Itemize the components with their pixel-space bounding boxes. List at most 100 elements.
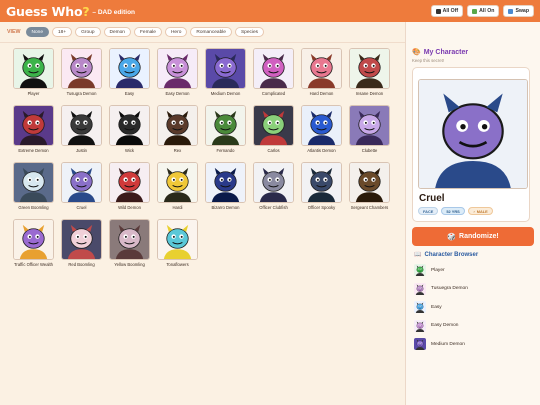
character-card[interactable]: Yellow Boomling	[108, 219, 151, 272]
filter-chip-romanceable[interactable]: Romanceable	[190, 27, 232, 37]
character-name: Medium Demon	[210, 91, 241, 96]
browser-list-item[interactable]: Player	[414, 261, 532, 280]
character-card[interactable]: Tusugra Demon	[60, 48, 103, 101]
character-portrait	[61, 162, 102, 203]
browser-item-label: Tusuegra Demon	[431, 286, 468, 292]
browser-item-label: Player	[431, 267, 445, 273]
character-name: Officer Spooky	[307, 205, 336, 210]
character-name: Atlantis Demon	[307, 148, 336, 153]
character-name: Tonaflowers	[166, 262, 189, 267]
browser-thumbnail	[414, 338, 426, 351]
character-card[interactable]: Traffic Officer Wealth	[12, 219, 55, 272]
my-character-hint: Keep this secret!	[412, 58, 445, 63]
character-portrait	[205, 48, 246, 89]
character-card[interactable]: Complicated	[252, 48, 295, 101]
character-card[interactable]: Hardi	[156, 162, 199, 215]
browser-item-label: Medium Demon	[431, 341, 465, 347]
character-name: Red Boomling	[68, 262, 95, 267]
character-name: Hard Demon	[309, 91, 334, 96]
character-name: Green Boomling	[18, 205, 49, 210]
character-card[interactable]: Easy	[108, 48, 151, 101]
browser-thumbnail	[414, 301, 426, 314]
browser-list-item[interactable]: Easy Demon	[414, 317, 532, 336]
filter-chip-demon[interactable]: Demon	[103, 27, 131, 37]
filter-chip-group[interactable]: Group	[75, 27, 101, 37]
character-portrait	[301, 162, 342, 203]
swap-button[interactable]: Swap	[503, 5, 534, 17]
character-card[interactable]: Clubette	[348, 105, 391, 158]
filter-chip-hero[interactable]: Hero	[164, 27, 188, 37]
my-character-portrait	[418, 79, 528, 189]
palette-icon: 🎨	[412, 49, 421, 56]
character-portrait	[13, 219, 54, 260]
header-actions: All Off All On Swap	[430, 5, 534, 17]
randomize-button[interactable]: 🎲 Randomize!	[412, 227, 534, 246]
character-card[interactable]: Insane Demon	[348, 48, 391, 101]
character-portrait	[205, 105, 246, 146]
character-card[interactable]: Fernando	[204, 105, 247, 158]
character-name: Easy	[124, 91, 135, 96]
character-name: Easy Demon	[165, 91, 190, 96]
browser-list-item[interactable]: Tusuegra Demon	[414, 280, 532, 299]
all-on-icon	[472, 8, 478, 14]
character-name: Hardi	[172, 205, 183, 210]
filter-chip-none[interactable]: None	[25, 27, 50, 37]
character-portrait	[301, 105, 342, 146]
character-card[interactable]: Atlantis Demon	[300, 105, 343, 158]
character-name: Traffic Officer Wealth	[14, 262, 53, 267]
character-portrait	[61, 105, 102, 146]
filter-chip-female[interactable]: Female	[133, 27, 162, 37]
character-card[interactable]: Easy Demon	[156, 48, 199, 101]
filter-chip-18[interactable]: 18+	[52, 27, 73, 37]
character-card[interactable]: Green Boomling	[12, 162, 55, 215]
browser-list-item[interactable]: Medium Demon	[414, 335, 532, 354]
character-card[interactable]: Wild Demon	[108, 162, 151, 215]
character-portrait	[157, 219, 198, 260]
browser-thumbnail	[414, 319, 426, 332]
character-card[interactable]: Sergeant Chambers	[348, 162, 391, 215]
character-browser-list: Player Tusuegra Demon Easy Easy Demon Medium…	[414, 261, 532, 354]
browser-item-label: Easy Demon	[431, 323, 459, 329]
filter-chip-species[interactable]: Species	[234, 27, 265, 37]
character-name: Fernando	[216, 148, 235, 153]
view-label: VIEW	[7, 29, 21, 35]
character-portrait	[61, 219, 102, 260]
character-card[interactable]: Rex	[156, 105, 199, 158]
all-off-button[interactable]: All Off	[430, 5, 464, 17]
character-card[interactable]: Extreme Demon	[12, 105, 55, 158]
character-card[interactable]: Officer Clubfish	[252, 162, 295, 215]
browser-list-item[interactable]: Easy	[414, 298, 532, 317]
tag-face: FACE	[418, 207, 439, 215]
character-card[interactable]: Tonaflowers	[156, 219, 199, 272]
character-card[interactable]: Wick	[108, 105, 151, 158]
all-on-button[interactable]: All On	[467, 5, 500, 17]
character-portrait	[253, 162, 294, 203]
character-name: Justin	[76, 148, 87, 153]
character-card[interactable]: Red Boomling	[60, 219, 103, 272]
character-portrait	[253, 105, 294, 146]
book-icon: 📖	[414, 252, 422, 258]
filter-bar: VIEW None 18+ Group Demon Female Hero Romancea…	[0, 22, 405, 43]
character-card[interactable]: Justin	[60, 105, 103, 158]
character-card[interactable]: Bizarro Demon	[204, 162, 247, 215]
tag-gender: ♂ MALE	[467, 207, 493, 215]
character-portrait	[301, 48, 342, 89]
character-portrait	[13, 48, 54, 89]
browser-item-label: Easy	[431, 304, 442, 310]
character-card[interactable]: Carlos	[252, 105, 295, 158]
character-portrait	[109, 105, 150, 146]
tag-age: 52 YRS	[441, 207, 465, 215]
app-header: Guess Who? – DAD edition All Off All On …	[0, 0, 540, 22]
character-card[interactable]: Player	[12, 48, 55, 101]
character-name: Sergeant Chambers	[350, 205, 389, 210]
character-card[interactable]: Hard Demon	[300, 48, 343, 101]
character-card[interactable]: Medium Demon	[204, 48, 247, 101]
character-card[interactable]: Officer Spooky	[300, 162, 343, 215]
character-portrait	[157, 48, 198, 89]
character-card[interactable]: Cruel	[60, 162, 103, 215]
character-portrait	[349, 48, 390, 89]
character-portrait	[253, 48, 294, 89]
character-portrait	[157, 105, 198, 146]
character-name: Player	[27, 91, 40, 96]
swap-icon	[508, 8, 514, 14]
